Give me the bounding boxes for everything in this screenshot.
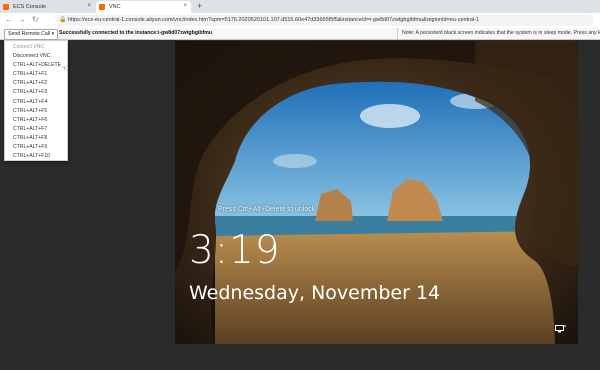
browser-tab-strip: ECS Console × VNC × + bbox=[0, 0, 600, 13]
menu-item-connect-vnc: Connect VNC bbox=[13, 44, 45, 50]
menu-item-ctrl-alt-f1[interactable]: CTRL+ALT+F1 bbox=[5, 70, 67, 79]
menu-item-ctrl-alt-f6[interactable]: CTRL+ALT+F6 bbox=[5, 116, 67, 125]
sleep-mode-note: Note: A persistent black screen indicate… bbox=[397, 28, 600, 39]
send-remote-call-button[interactable]: Send Remote Call ▾ bbox=[4, 29, 59, 40]
network-icon[interactable] bbox=[555, 325, 566, 333]
hand-cursor-icon: ☜ bbox=[61, 63, 70, 73]
browser-toolbar: ← → ↻ 🔒 https://ecs-eu-central-1.console… bbox=[0, 13, 600, 29]
lock-screen-date: Wednesday, November 14 bbox=[189, 282, 441, 304]
menu-item-ctrl-alt-f8[interactable]: CTRL+ALT+F8 bbox=[5, 134, 67, 143]
menu-item-ctrl-alt-f4[interactable]: CTRL+ALT+F4 bbox=[5, 98, 67, 107]
menu-item-ctrl-alt-f10[interactable]: CTRL+ALT+F10 bbox=[5, 152, 67, 161]
lock-screen-time: 3:19 bbox=[189, 228, 281, 273]
url-text: https://ecs-eu-central-1.console.aliyun.… bbox=[68, 17, 480, 23]
new-tab-button[interactable]: + bbox=[197, 1, 202, 12]
send-remote-call-menu: Connect VNC Disconnect VNC CTRL+ALT+DELE… bbox=[4, 40, 68, 161]
address-bar[interactable]: 🔒 https://ecs-eu-central-1.console.aliyu… bbox=[56, 15, 594, 26]
tab-label: VNC bbox=[109, 4, 121, 10]
aliyun-favicon-icon bbox=[99, 4, 105, 10]
menu-item-ctrl-alt-f3[interactable]: CTRL+ALT+F3 bbox=[5, 88, 67, 97]
reload-icon[interactable]: ↻ bbox=[32, 15, 39, 25]
tab-vnc[interactable]: VNC × bbox=[96, 1, 191, 13]
menu-item-ctrl-alt-delete[interactable]: CTRL+ALT+DELETE bbox=[5, 61, 67, 70]
lock-icon: 🔒 bbox=[59, 17, 67, 23]
unlock-prompt: Press Ctrl+Alt+Delete to unlock. bbox=[218, 206, 318, 213]
tab-ecs-console[interactable]: ECS Console × bbox=[0, 1, 95, 13]
close-tab-icon[interactable]: × bbox=[87, 3, 91, 9]
menu-item-ctrl-alt-f2[interactable]: CTRL+ALT+F2 bbox=[5, 79, 67, 88]
connection-status: Successfully connected to the instance:i… bbox=[59, 30, 213, 36]
menu-item-disconnect-vnc[interactable]: Disconnect VNC bbox=[5, 52, 67, 61]
tab-label: ECS Console bbox=[13, 4, 47, 10]
forward-icon[interactable]: → bbox=[18, 15, 26, 25]
vnc-header-bar: Send Remote Call ▾ Successfully connecte… bbox=[0, 28, 600, 40]
back-icon[interactable]: ← bbox=[5, 15, 13, 25]
menu-item-ctrl-alt-f9[interactable]: CTRL+ALT+F9 bbox=[5, 143, 67, 152]
menu-item-ctrl-alt-f7[interactable]: CTRL+ALT+F7 bbox=[5, 125, 67, 134]
aliyun-favicon-icon bbox=[3, 4, 9, 10]
send-remote-call-label: Send Remote Call bbox=[8, 31, 51, 37]
chevron-down-icon: ▾ bbox=[51, 31, 55, 37]
menu-item-ctrl-alt-f5[interactable]: CTRL+ALT+F5 bbox=[5, 107, 67, 116]
close-tab-icon[interactable]: × bbox=[183, 3, 187, 9]
